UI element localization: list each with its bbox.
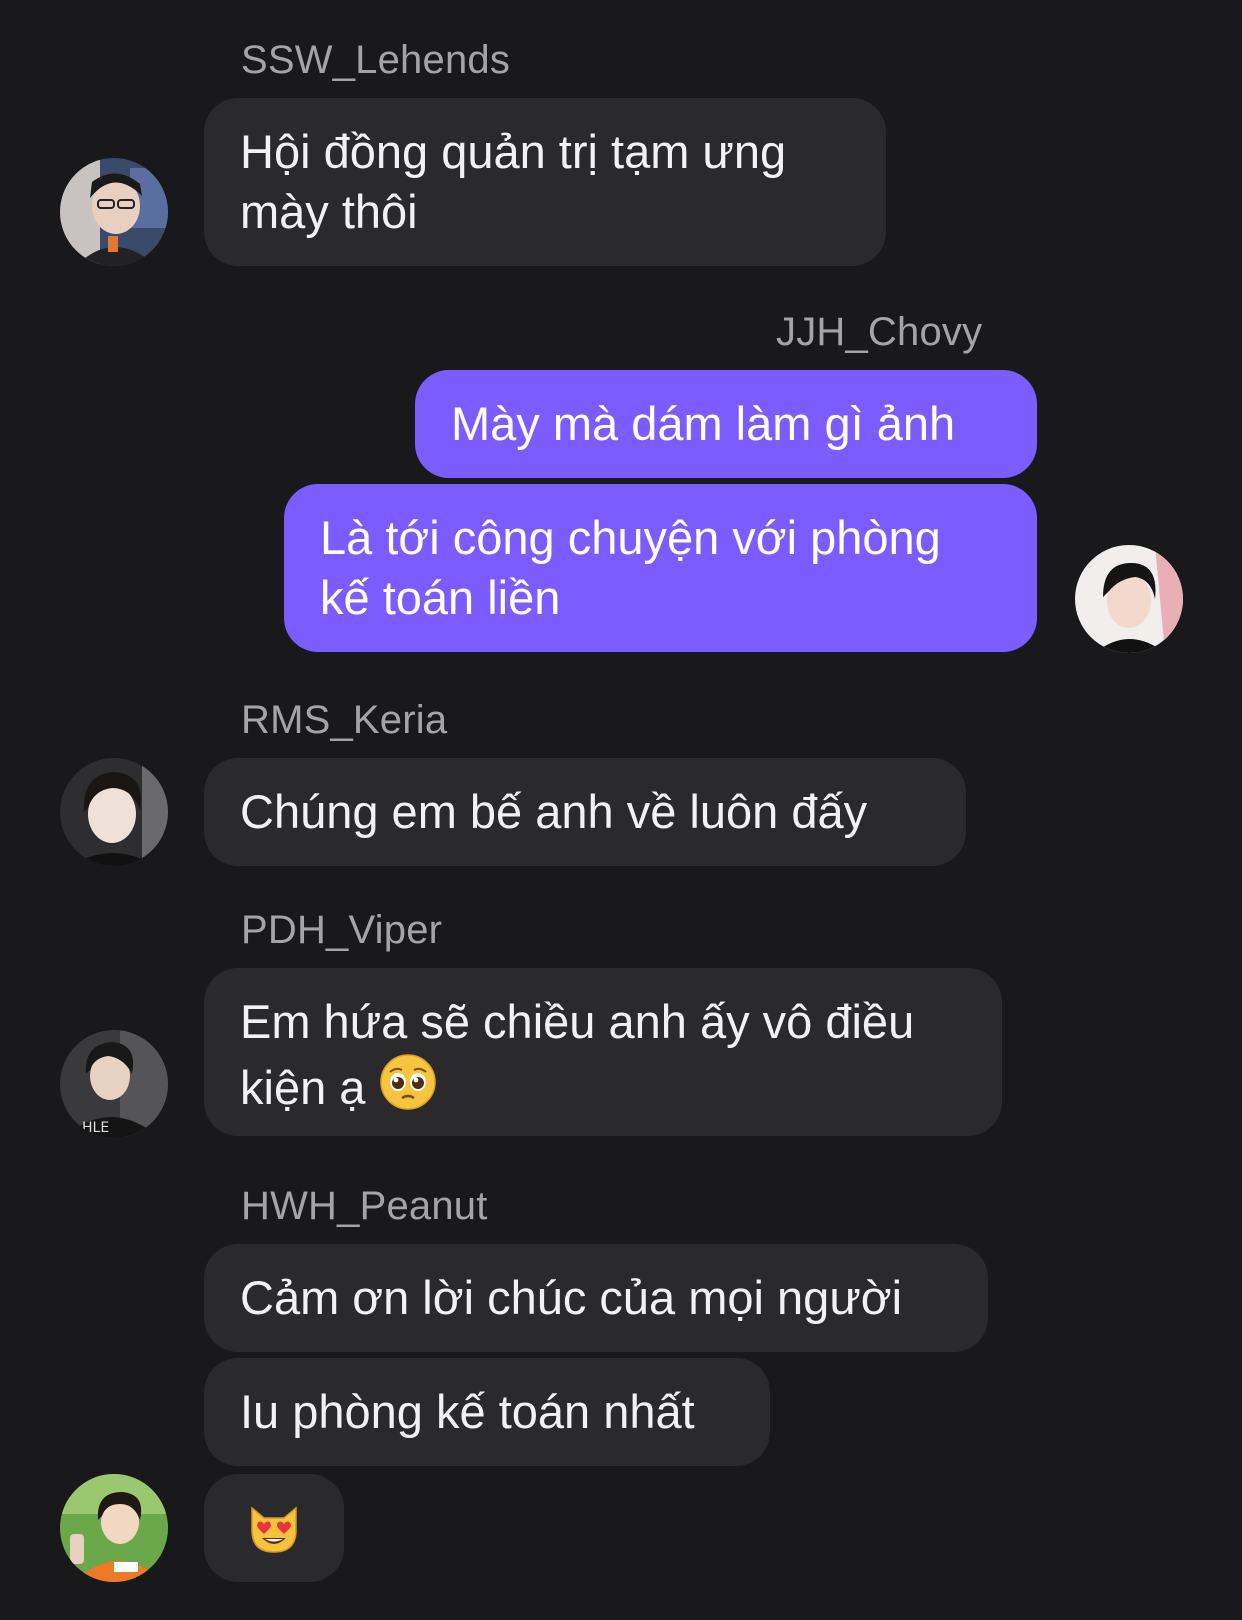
- sender-name-keria: RMS_Keria: [241, 698, 448, 742]
- avatar-photo-icon: [1075, 545, 1183, 653]
- message-text-line: Là tới công chuyện với phòng: [320, 511, 941, 564]
- message-bubble[interactable]: Em hứa sẽ chiều anh ấy vô điều kiện ạ: [204, 968, 1002, 1136]
- message-text: kiện ạ: [240, 1061, 366, 1114]
- sender-name-lehends: SSW_Lehends: [241, 38, 511, 82]
- avatar-photo-icon: [60, 158, 168, 266]
- pleading-face-emoji-icon: [380, 1054, 437, 1110]
- avatar-keria[interactable]: [60, 758, 168, 866]
- avatar-photo-icon: HLE: [60, 1030, 168, 1138]
- avatar-photo-icon: [60, 758, 168, 866]
- message-bubble[interactable]: Hội đồng quản trị tạm ưng mày thôi: [204, 98, 886, 266]
- message-text-line: Chúng em bế anh về luôn đấy: [240, 785, 868, 838]
- message-text-line: kiện ạ: [240, 1052, 966, 1118]
- message-bubble[interactable]: Mày mà dám làm gì ảnh: [415, 370, 1037, 478]
- svg-text:HLE: HLE: [82, 1120, 109, 1136]
- heart-eyes-cat-emoji-icon: [251, 1506, 297, 1553]
- message-text-line: mày thôi: [240, 185, 418, 238]
- message-text-line: Mày mà dám làm gì ảnh: [451, 397, 956, 450]
- emoji-message-bubble[interactable]: [204, 1474, 344, 1582]
- message-text-line: Em hứa sẽ chiều anh ấy vô điều: [240, 995, 915, 1048]
- message-bubble[interactable]: Iu phòng kế toán nhất: [204, 1358, 770, 1466]
- avatar-viper[interactable]: HLE: [60, 1030, 168, 1138]
- avatar-chovy[interactable]: [1075, 545, 1183, 653]
- message-bubble[interactable]: Là tới công chuyện với phòng kế toán liề…: [284, 484, 1037, 652]
- message-text-line: Cảm ơn lời chúc của mọi người: [240, 1271, 903, 1324]
- avatar-peanut[interactable]: [60, 1474, 168, 1582]
- avatar-photo-icon: [60, 1474, 168, 1582]
- avatar-lehends[interactable]: [60, 158, 168, 266]
- sender-name-chovy: JJH_Chovy: [776, 310, 983, 354]
- message-bubble[interactable]: Chúng em bế anh về luôn đấy: [204, 758, 966, 866]
- message-text-line: kế toán liền: [320, 571, 561, 624]
- message-text-line: Hội đồng quản trị tạm ưng: [240, 125, 787, 178]
- message-bubble[interactable]: Cảm ơn lời chúc của mọi người: [204, 1244, 988, 1352]
- message-text-line: Iu phòng kế toán nhất: [240, 1385, 695, 1438]
- sender-name-viper: PDH_Viper: [241, 908, 443, 952]
- sender-name-peanut: HWH_Peanut: [241, 1184, 488, 1228]
